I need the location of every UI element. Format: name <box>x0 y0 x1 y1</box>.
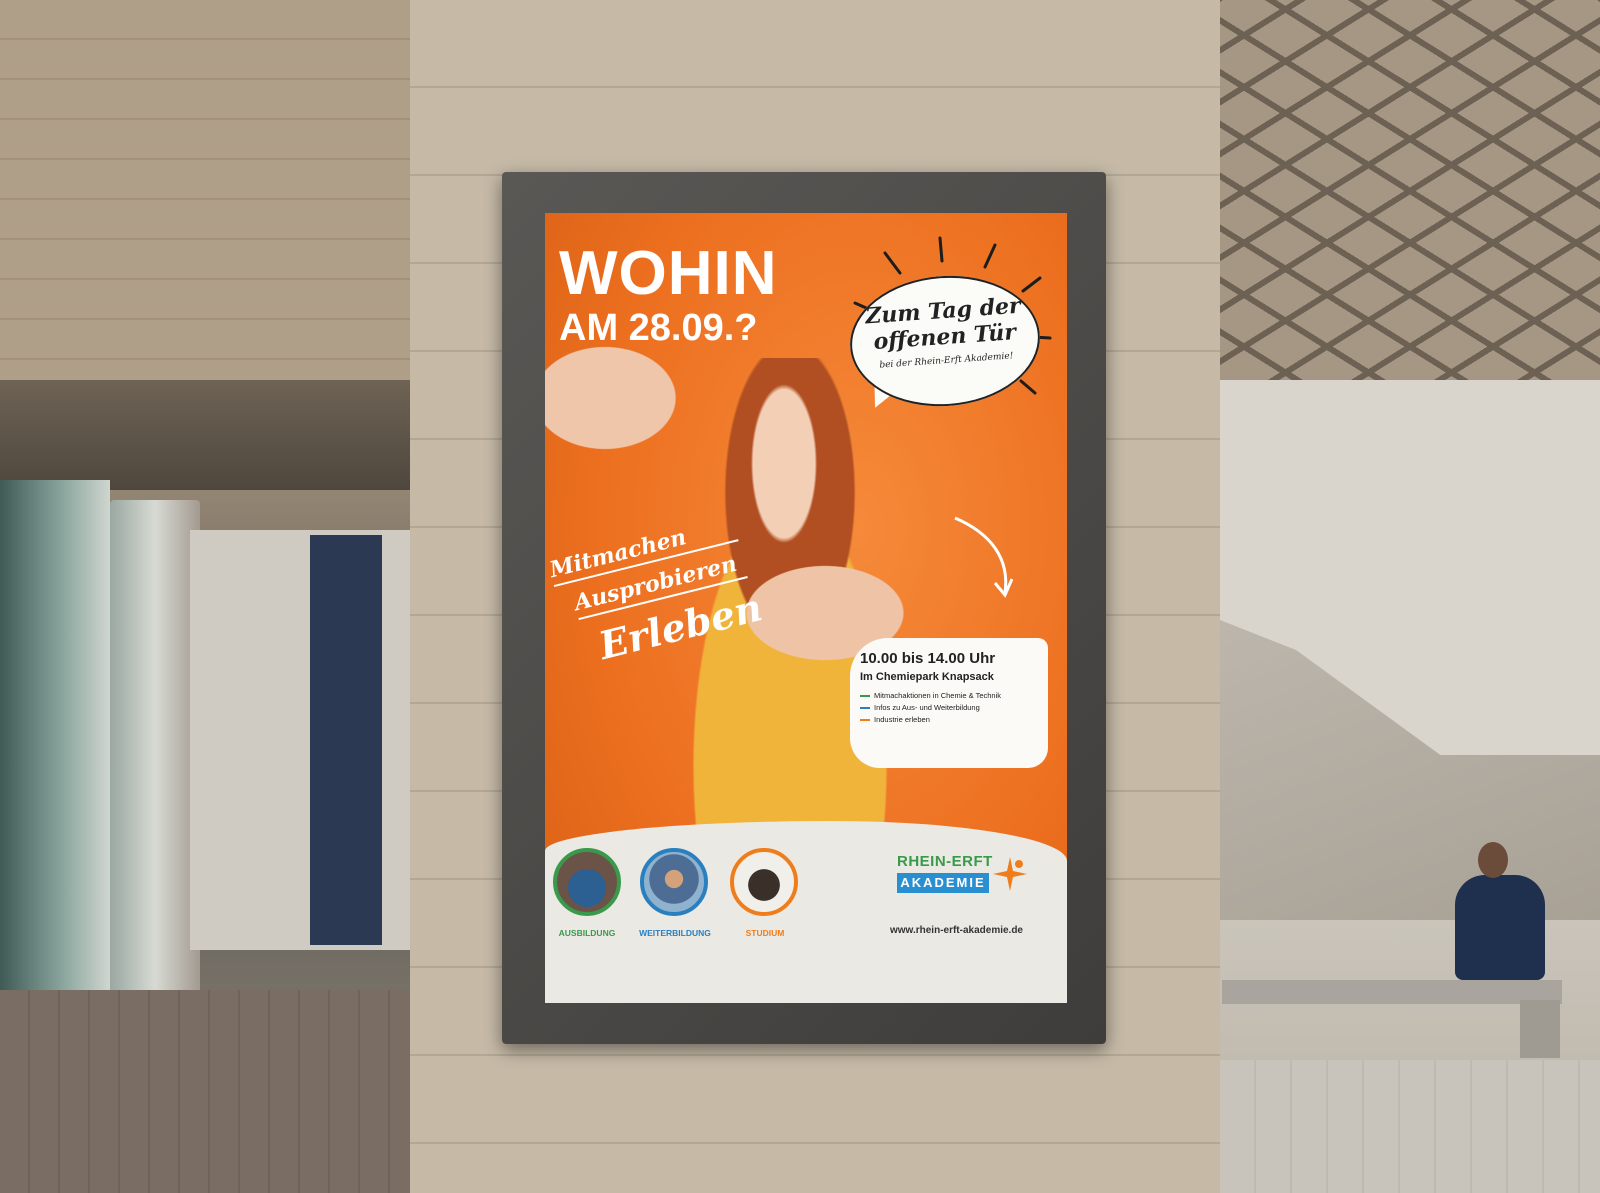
right-pavement <box>1220 1060 1600 1193</box>
logo-top-text: RHEIN-ERFT <box>897 853 993 870</box>
left-hand <box>545 333 695 463</box>
bench <box>1222 980 1562 1004</box>
left-pavement <box>0 990 410 1193</box>
headline-line1: WOHIN <box>559 239 778 308</box>
category-label-ausbildung: AUSBILDUNG <box>558 928 616 938</box>
orange-dash-icon <box>860 719 870 722</box>
info-item-text: Industrie erleben <box>874 715 930 724</box>
info-time: 10.00 bis 14.00 Uhr <box>860 650 996 667</box>
weiterbildung-photo-circle <box>640 848 708 916</box>
poster-footer <box>545 821 1067 1003</box>
info-item-text: Infos zu Aus- und Weiterbildung <box>874 703 980 712</box>
info-list: Mitmachaktionen in Chemie & Technik Info… <box>860 691 1038 724</box>
green-dash-icon <box>860 695 870 698</box>
photo-scene: WOHIN AM 28.09.? Zum Tag der offenen Tür… <box>0 0 1600 1193</box>
category-label-weiterbildung: WEITERBILDUNG <box>639 928 711 938</box>
blue-door <box>310 535 382 945</box>
glass-column <box>110 500 200 1040</box>
coffered-ceiling <box>1220 0 1600 380</box>
info-item: Mitmachaktionen in Chemie & Technik <box>860 691 1038 700</box>
beam-soffit <box>0 380 410 490</box>
bench-leg <box>1520 1000 1560 1058</box>
info-item-text: Mitmachaktionen in Chemie & Technik <box>874 691 1002 700</box>
seated-person <box>1455 875 1545 980</box>
info-item: Industrie erleben <box>860 715 1038 724</box>
rhein-erft-akademie-logo: RHEIN-ERFT AKADEMIE <box>897 853 1037 905</box>
info-place: Im Chemiepark Knapsack <box>860 671 994 683</box>
glass-facade <box>0 480 110 1040</box>
poster: WOHIN AM 28.09.? Zum Tag der offenen Tür… <box>545 213 1067 1003</box>
info-box: 10.00 bis 14.00 Uhr Im Chemiepark Knapsa… <box>850 638 1048 768</box>
info-item: Infos zu Aus- und Weiterbildung <box>860 703 1038 712</box>
star-icon <box>993 857 1027 891</box>
headline: WOHIN AM 28.09.? <box>559 239 778 348</box>
logo-bottom-text: AKADEMIE <box>897 873 989 893</box>
curved-arrow-icon <box>954 516 1014 598</box>
category-label-studium: STUDIUM <box>745 928 785 938</box>
ausbildung-photo-circle <box>553 848 621 916</box>
blue-dash-icon <box>860 707 870 710</box>
website-url: www.rhein-erft-akademie.de <box>890 925 1023 936</box>
person-head <box>1478 842 1508 878</box>
studium-photo-circle <box>730 848 798 916</box>
